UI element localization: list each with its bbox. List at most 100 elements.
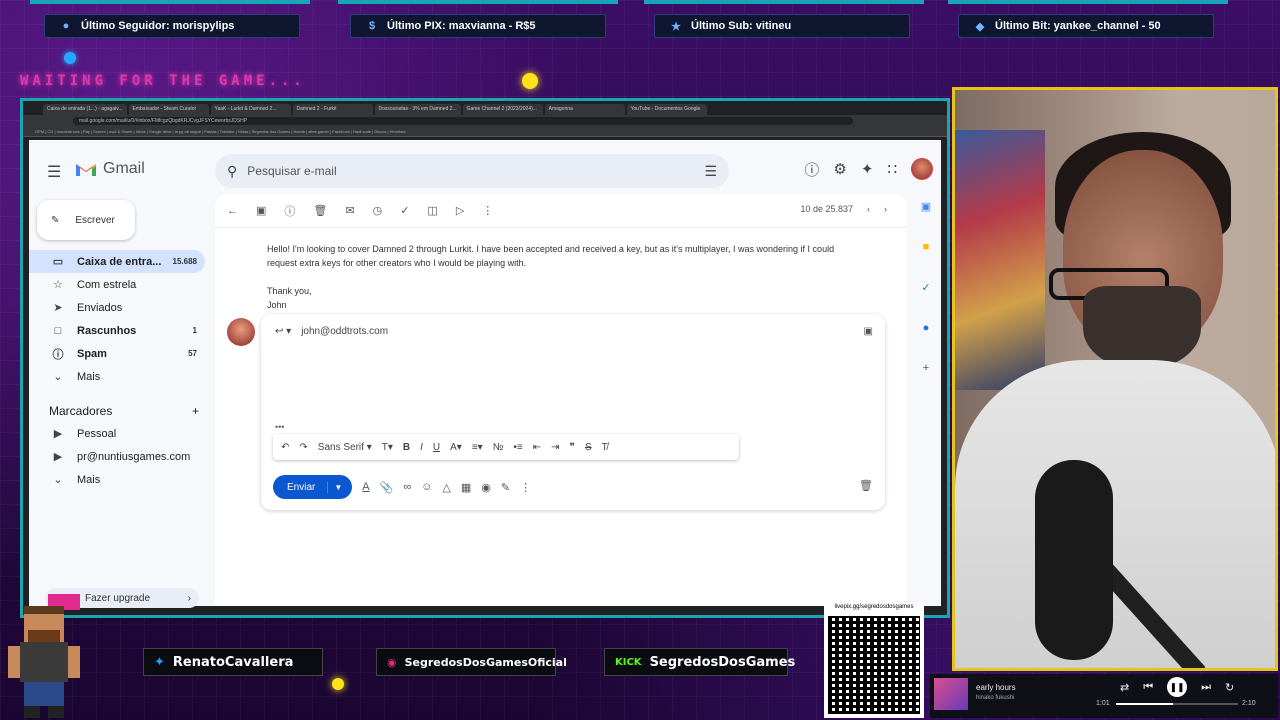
- add-addon-icon[interactable]: +: [923, 362, 929, 374]
- browser-tab[interactable]: Caixa de entrada (1...) - agagalv...: [43, 104, 127, 115]
- more-options-icon[interactable]: ⋮: [520, 481, 531, 494]
- show-trimmed-icon[interactable]: •••: [275, 422, 284, 432]
- clear-format-icon[interactable]: T̸: [602, 442, 608, 453]
- more-vert-icon[interactable]: ⋮: [482, 204, 493, 217]
- labels-header: Marcadores +: [49, 404, 199, 418]
- sidebar-item-label: Enviados: [77, 301, 123, 314]
- repeat-icon[interactable]: ↻: [1225, 681, 1234, 694]
- undo-icon[interactable]: ↶: [281, 442, 289, 453]
- font-select-value: Sans Serif: [317, 441, 364, 453]
- formatting-options-icon[interactable]: A: [362, 481, 369, 493]
- compose-label: Escrever: [75, 214, 115, 226]
- apps-grid-icon[interactable]: ∷: [887, 160, 897, 178]
- discard-icon[interactable]: 🗑: [859, 479, 873, 492]
- inbox-icon: ▭: [52, 256, 64, 268]
- label-icon[interactable]: ▷: [456, 204, 464, 217]
- next-icon[interactable]: ⏭: [1201, 681, 1211, 694]
- indent-less-icon[interactable]: ⇤: [533, 442, 541, 453]
- link-icon[interactable]: ∞: [403, 481, 411, 493]
- align-icon[interactable]: ≡▾: [472, 442, 483, 453]
- sidebar-item-sent[interactable]: ➤ Enviados: [29, 296, 205, 319]
- sidebar-item-spam[interactable]: ⓘ Spam 57: [29, 342, 205, 365]
- pause-icon[interactable]: ❚❚: [1167, 677, 1188, 697]
- confidential-icon[interactable]: ◉: [481, 481, 491, 494]
- bookmarks-bar[interactable]: GPM | CG | moral/arrows | Pay | Screen |…: [23, 127, 947, 137]
- avatar[interactable]: [911, 158, 933, 180]
- search-icon[interactable]: ⚲: [227, 163, 237, 180]
- browser-tab[interactable]: Embaixador - Steam Curator: [128, 104, 209, 115]
- calendar-icon[interactable]: ▣: [921, 200, 931, 213]
- attach-icon[interactable]: 📎: [380, 481, 394, 494]
- next-icon[interactable]: ›: [884, 204, 887, 214]
- add-label-icon[interactable]: +: [192, 404, 199, 418]
- gemini-icon[interactable]: ✦: [861, 160, 874, 178]
- send-icon: ➤: [53, 302, 63, 314]
- archive-icon[interactable]: ▣: [256, 204, 266, 217]
- menu-icon[interactable]: ☰: [47, 162, 61, 182]
- kick-icon: KICK: [615, 656, 642, 668]
- sidebar-item-more[interactable]: ⌄ Mais: [29, 365, 205, 388]
- tasks-icon[interactable]: ✓: [921, 281, 930, 294]
- compose-button[interactable]: ✎ Escrever: [37, 200, 135, 240]
- quote-icon[interactable]: ❞: [570, 442, 575, 453]
- snooze-icon[interactable]: ◷: [373, 204, 383, 217]
- send-options-icon[interactable]: ▼: [328, 483, 352, 492]
- strikethrough-icon[interactable]: S: [585, 442, 592, 453]
- bold-icon[interactable]: B: [403, 442, 410, 453]
- gmail-logo[interactable]: Gmail: [75, 160, 145, 178]
- send-label: Enviar: [273, 481, 329, 493]
- browser-tab[interactable]: Game Channel 2 (2023/2024)...: [462, 104, 543, 115]
- browser-tab[interactable]: Amagonna: [544, 104, 625, 115]
- bulleted-list-icon[interactable]: •≡: [513, 442, 522, 453]
- label-item-more[interactable]: ⌄ Mais: [29, 468, 205, 491]
- sidebar-item-drafts[interactable]: □ Rascunhos 1: [29, 319, 205, 342]
- label-item-pr[interactable]: ▶ pr@nuntiusgames.com: [29, 445, 205, 468]
- browser-tab[interactable]: YouTube - Documentos Google: [626, 104, 707, 115]
- alert-text: Último Seguidor: morispylips: [81, 20, 235, 32]
- keep-icon[interactable]: ■: [923, 241, 930, 253]
- popout-icon[interactable]: ▣: [864, 326, 873, 337]
- reply-recipient[interactable]: john@oddtrots.com: [301, 326, 388, 337]
- drive-icon[interactable]: △: [442, 481, 450, 494]
- help-icon[interactable]: ⓘ: [804, 159, 819, 180]
- sidebar-item-starred[interactable]: ☆ Com estrela: [29, 273, 205, 296]
- chevron-down-icon: ⌄: [53, 371, 63, 383]
- mark-unread-icon[interactable]: ✉: [345, 204, 354, 217]
- underline-icon[interactable]: U: [433, 442, 440, 453]
- previous-icon[interactable]: ⏮: [1143, 681, 1153, 694]
- numbered-list-icon[interactable]: №: [493, 442, 504, 453]
- browser-tab[interactable]: Damned 2 - Furkit: [292, 104, 373, 115]
- search-input[interactable]: ⚲ Pesquisar e-mail ☰: [215, 154, 729, 188]
- indent-more-icon[interactable]: ⇥: [551, 442, 559, 453]
- browser-tab[interactable]: Dossouradas - 3% em Damned 2...: [374, 104, 461, 115]
- font-select[interactable]: Sans Serif ▾: [318, 442, 372, 453]
- progress-bar[interactable]: [1116, 703, 1238, 705]
- text-size-icon[interactable]: T▾: [382, 442, 393, 453]
- sidebar-item-label: Com estrela: [77, 278, 137, 291]
- labels-list: ▶ Pessoal ▶ pr@nuntiusgames.com ⌄ Mais: [29, 422, 205, 491]
- search-options-icon[interactable]: ☰: [704, 163, 717, 180]
- reply-box[interactable]: ↩ ▾ john@oddtrots.com ▣ ••• ↶ ↷ Sans Ser…: [261, 314, 885, 510]
- browser-tab[interactable]: YaaK - Lurkit & Damned 2...: [210, 104, 291, 115]
- gear-icon[interactable]: ⚙: [833, 160, 846, 178]
- redo-icon[interactable]: ↷: [299, 442, 307, 453]
- drafts-count: 1: [192, 326, 197, 335]
- address-bar[interactable]: mail.google.com/mail/u/0/#inbox/FMfcgzQb…: [73, 117, 853, 125]
- signature-icon[interactable]: ✎: [501, 481, 510, 494]
- shuffle-icon[interactable]: ⇄: [1120, 681, 1129, 694]
- back-icon[interactable]: ←: [227, 205, 238, 217]
- add-task-icon[interactable]: ✓: [400, 204, 409, 217]
- prev-icon[interactable]: ‹: [867, 204, 870, 214]
- move-to-icon[interactable]: ◫: [427, 204, 437, 217]
- delete-icon[interactable]: 🗑: [313, 204, 327, 217]
- sidebar-item-inbox[interactable]: ▭ Caixa de entra... 15.688: [29, 250, 205, 273]
- label-item-pessoal[interactable]: ▶ Pessoal: [29, 422, 205, 445]
- italic-icon[interactable]: I: [420, 442, 423, 453]
- report-spam-icon[interactable]: ⓘ: [284, 203, 295, 219]
- send-button[interactable]: Enviar ▼: [273, 475, 353, 499]
- emoji-icon[interactable]: ☺: [421, 481, 432, 493]
- contacts-icon[interactable]: ●: [923, 322, 930, 334]
- text-color-icon[interactable]: A▾: [450, 442, 462, 453]
- photo-icon[interactable]: ▦: [461, 481, 471, 494]
- reply-icon[interactable]: ↩ ▾: [275, 326, 291, 337]
